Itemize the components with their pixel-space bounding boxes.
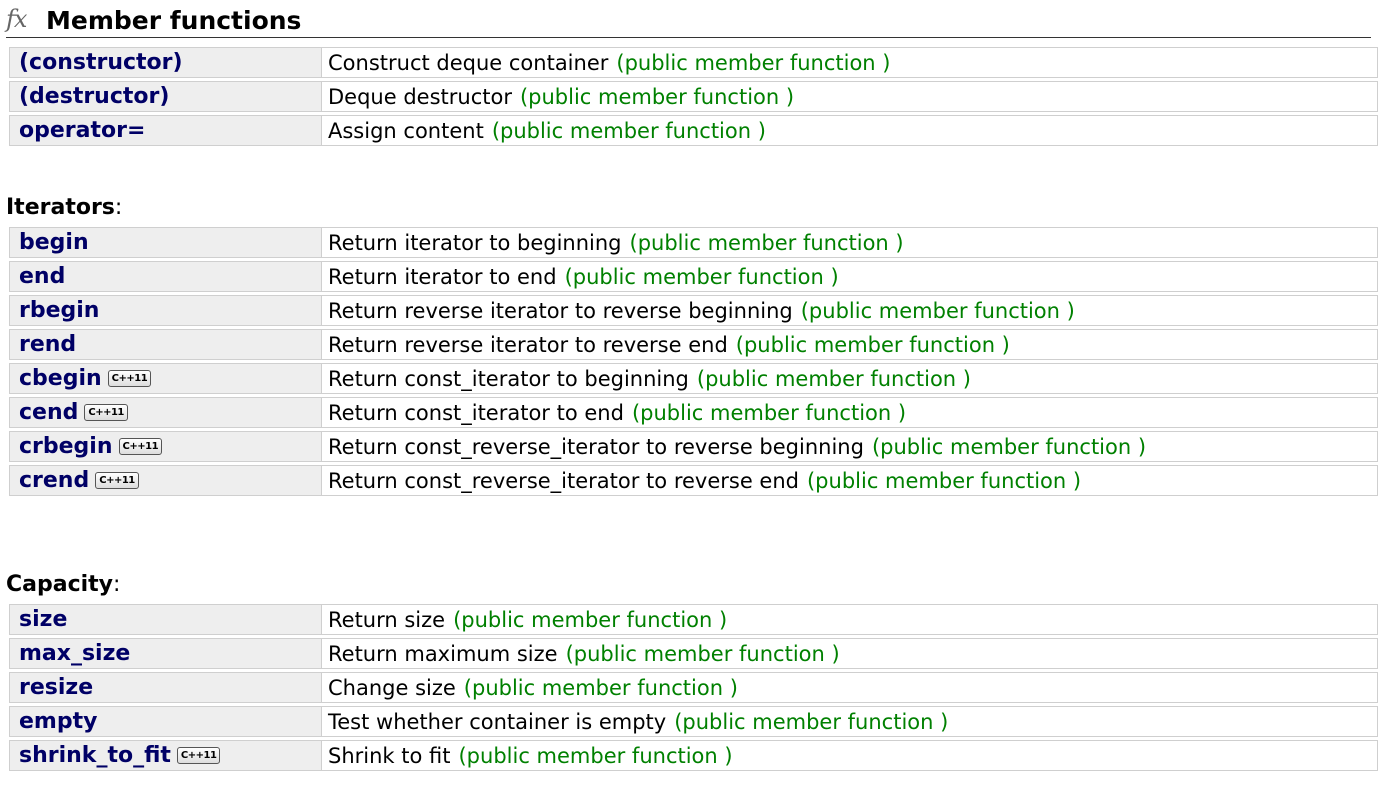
member-description: Change size (328, 675, 456, 700)
member-kind: (public member function ) (806, 468, 1082, 493)
member-link-end[interactable]: end (19, 264, 65, 289)
member-kind: (public member function ) (629, 230, 904, 255)
table-row: (constructor) Construct deque container (… (9, 47, 1378, 78)
members-table-general: (constructor) Construct deque container (… (9, 44, 1378, 149)
member-description: Test whether container is empty (328, 709, 667, 734)
cpp11-badge: C++11 (118, 438, 163, 455)
table-row: size Return size (public member function … (9, 604, 1378, 635)
member-link-begin[interactable]: begin (19, 230, 89, 255)
member-link-destructor[interactable]: (destructor) (19, 84, 169, 109)
member-description: Return const_reverse_iterator to reverse… (328, 434, 864, 459)
table-row: cbegin C++11 Return const_iterator to beg… (9, 363, 1378, 394)
member-kind: (public member function ) (458, 743, 733, 768)
member-kind: (public member function ) (735, 332, 1010, 357)
table-row: crbegin C++11 Return const_reverse_iterat… (9, 431, 1378, 462)
member-link-crend[interactable]: crend (19, 468, 89, 493)
member-link-cbegin[interactable]: cbegin (19, 366, 102, 391)
member-link-rbegin[interactable]: rbegin (19, 298, 99, 323)
member-link-crbegin[interactable]: crbegin (19, 434, 113, 459)
member-kind: (public member function ) (565, 641, 840, 666)
member-link-empty[interactable]: empty (19, 709, 97, 734)
section-title-label: Capacity (6, 572, 114, 597)
member-kind: (public member function ) (631, 400, 907, 425)
page-title: Member functions (46, 6, 302, 35)
table-row: cend C++11 Return const_iterator to end (p… (9, 397, 1378, 428)
section-title-capacity: Capacity: (6, 572, 121, 597)
member-kind: (public member function ) (491, 118, 766, 143)
member-description: Assign content (328, 118, 484, 143)
members-table-iterators: begin Return iterator to beginning (publi… (9, 224, 1378, 499)
member-description: Return size (328, 607, 446, 632)
member-kind: (public member function ) (564, 264, 839, 289)
table-row: max_size Return maximum size (public memb… (9, 638, 1378, 669)
member-link-max-size[interactable]: max_size (19, 641, 130, 666)
member-link-shrink-to-fit[interactable]: shrink_to_fit (19, 743, 171, 768)
member-description: Return iterator to end (328, 264, 557, 289)
section-title-label: Iterators (6, 195, 115, 220)
table-row: (destructor) Deque destructor (public mem… (9, 81, 1378, 112)
member-description: Return reverse iterator to reverse end (328, 332, 728, 357)
member-link-operator-assign[interactable]: operator= (19, 118, 145, 143)
members-table-capacity: size Return size (public member function … (9, 601, 1378, 774)
member-description: Return iterator to beginning (328, 230, 622, 255)
member-kind: (public member function ) (463, 675, 738, 700)
member-kind: (public member function ) (453, 607, 728, 632)
section-header: fx Member functions (6, 4, 1371, 38)
member-kind: (public member function ) (871, 434, 1147, 459)
member-description: Deque destructor (328, 84, 512, 109)
cpp11-badge: C++11 (84, 404, 128, 421)
member-kind: (public member function ) (616, 50, 891, 75)
member-link-size[interactable]: size (19, 607, 67, 632)
member-description: Shrink to fit (328, 743, 451, 768)
member-description: Return const_reverse_iterator to reverse… (328, 468, 799, 493)
member-link-resize[interactable]: resize (19, 675, 93, 700)
table-row: crend C++11 Return const_reverse_iterator… (9, 465, 1378, 496)
table-row: shrink_to_fit C++11 Shrink to fit (public … (9, 740, 1378, 771)
member-link-constructor[interactable]: (constructor) (19, 50, 183, 75)
member-kind: (public member function ) (519, 84, 795, 109)
section-title-iterators: Iterators: (6, 195, 123, 220)
table-row: end Return iterator to end (public member… (9, 261, 1378, 292)
member-link-rend[interactable]: rend (19, 332, 76, 357)
fx-icon: fx (6, 5, 27, 33)
member-kind: (public member function ) (696, 366, 971, 391)
member-kind: (public member function ) (800, 298, 1075, 323)
table-row: resize Change size (public member functio… (9, 672, 1378, 703)
member-link-cend[interactable]: cend (19, 400, 78, 425)
member-description: Construct deque container (328, 50, 609, 75)
cpp11-badge: C++11 (176, 747, 221, 764)
table-row: begin Return iterator to beginning (publi… (9, 227, 1378, 258)
member-description: Return const_iterator to beginning (328, 366, 689, 391)
table-row: empty Test whether container is empty (pu… (9, 706, 1378, 737)
cpp11-badge: C++11 (107, 370, 152, 387)
member-description: Return reverse iterator to reverse begin… (328, 298, 793, 323)
member-description: Return const_iterator to end (328, 400, 624, 425)
table-row: rbegin Return reverse iterator to revers… (9, 295, 1378, 326)
member-description: Return maximum size (328, 641, 558, 666)
table-row: operator= Assign content (public member f… (9, 115, 1378, 146)
table-row: rend Return reverse iterator to reverse … (9, 329, 1378, 360)
cpp11-badge: C++11 (95, 472, 139, 489)
member-kind: (public member function ) (674, 709, 949, 734)
